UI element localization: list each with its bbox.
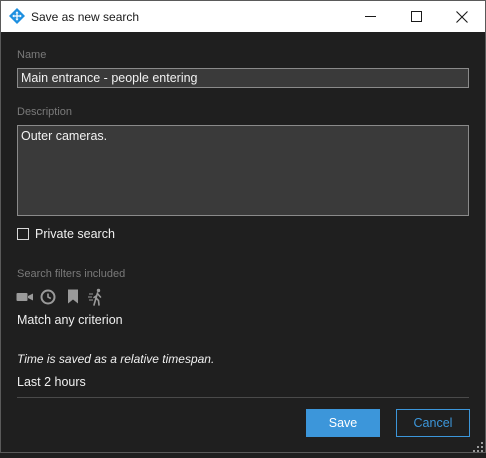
minimize-icon — [364, 11, 376, 22]
private-search-label[interactable]: Private search — [35, 227, 115, 241]
name-label: Name — [17, 49, 47, 61]
divider — [17, 397, 469, 398]
cancel-button[interactable]: Cancel — [396, 409, 470, 437]
dialog-content: Name Description Outer cameras. Private … — [1, 32, 485, 452]
maximize-button[interactable] — [393, 1, 439, 32]
resize-grip-icon[interactable] — [473, 440, 484, 452]
name-input[interactable] — [17, 68, 469, 88]
description-label: Description — [17, 106, 73, 118]
time-note: Time is saved as a relative timespan. — [17, 352, 215, 366]
window-title: Save as new search — [31, 10, 140, 24]
save-search-dialog: Save as new search Name Description Oute… — [0, 0, 486, 453]
close-icon — [456, 10, 468, 23]
bookmark-icon — [67, 289, 79, 309]
minimize-button[interactable] — [347, 1, 393, 32]
save-button[interactable]: Save — [306, 409, 380, 437]
person-walking-icon — [88, 288, 106, 311]
private-search-checkbox[interactable] — [17, 228, 29, 240]
search-filters-label: Search filters included — [17, 268, 126, 280]
match-criterion-text: Match any criterion — [17, 313, 123, 327]
title-bar[interactable]: Save as new search — [1, 1, 485, 32]
maximize-icon — [410, 11, 422, 22]
time-value: Last 2 hours — [17, 375, 86, 389]
camera-icon — [16, 290, 34, 309]
description-input[interactable]: Outer cameras. — [17, 125, 469, 216]
close-button[interactable] — [439, 1, 485, 32]
app-logo-icon — [9, 8, 25, 24]
clock-icon — [40, 289, 56, 310]
